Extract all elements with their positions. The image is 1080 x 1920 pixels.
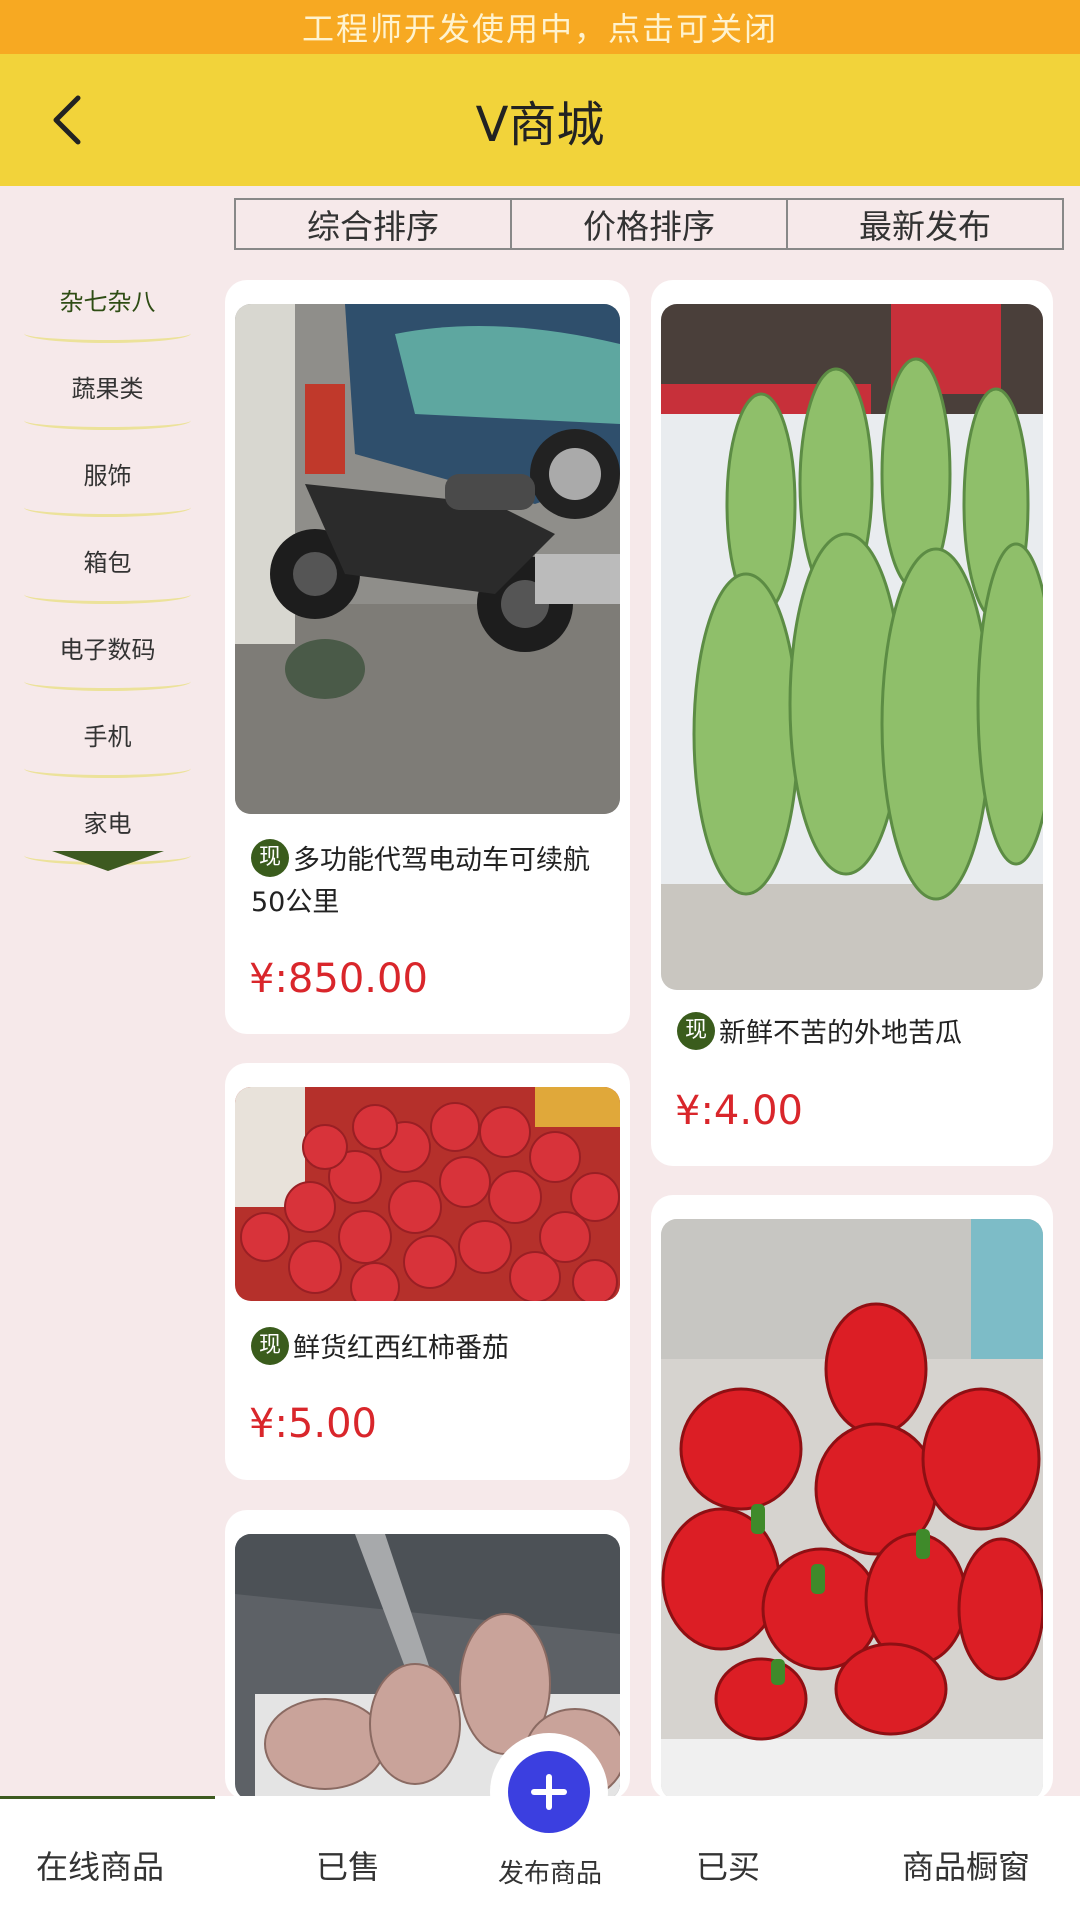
category-item-clothing[interactable]: 服饰 — [0, 430, 215, 517]
category-sidebar: 杂七杂八 蔬果类 服饰 箱包 电子数码 手机 家电 — [0, 256, 215, 865]
page-title: V商城 — [475, 97, 605, 153]
in-stock-badge: 现 — [251, 1326, 289, 1365]
category-item-bags[interactable]: 箱包 — [0, 517, 215, 604]
tab-newest-sort[interactable]: 最新发布 — [788, 200, 1062, 248]
category-item-electronics[interactable]: 电子数码 — [0, 604, 215, 691]
nav-sold[interactable]: 已售 — [316, 1842, 380, 1888]
product-title: 现鲜货红西红柿番茄 — [251, 1326, 610, 1370]
publish-button[interactable] — [508, 1751, 590, 1833]
nav-showcase[interactable]: 商品橱窗 — [902, 1842, 1030, 1888]
product-title: 现新鲜不苦的外地苦瓜 — [677, 1011, 1033, 1055]
nav-active-indicator — [0, 1796, 215, 1799]
dev-notice-text: 工程师开发使用中，点击可关闭 — [301, 10, 778, 48]
product-card[interactable]: 现多功能代驾电动车可续航50公里 ¥:850.00 — [225, 280, 630, 1034]
product-title-text: 新鲜不苦的外地苦瓜 — [719, 1018, 962, 1049]
product-price: ¥:4.00 — [675, 1088, 803, 1134]
in-stock-badge: 现 — [677, 1011, 715, 1050]
product-image-bitter-melon — [661, 304, 1043, 990]
dev-notice-bar[interactable]: 工程师开发使用中，点击可关闭 — [0, 0, 1080, 54]
product-title-text: 多功能代驾电动车可续航50公里 — [251, 845, 590, 918]
publish-label[interactable]: 发布商品 — [490, 1853, 610, 1890]
plus-icon — [531, 1774, 567, 1810]
product-card[interactable] — [651, 1195, 1053, 1800]
product-card[interactable]: 现鲜货红西红柿番茄 ¥:5.00 — [225, 1063, 630, 1480]
tab-comprehensive-sort[interactable]: 综合排序 — [236, 200, 512, 248]
product-title: 现多功能代驾电动车可续航50公里 — [251, 838, 610, 924]
category-more-arrow-icon[interactable] — [52, 851, 164, 871]
sort-tabs: 综合排序 价格排序 最新发布 — [234, 198, 1064, 250]
app-header: V商城 — [0, 54, 1080, 186]
product-price: ¥:850.00 — [249, 956, 428, 1002]
product-card[interactable]: 现新鲜不苦的外地苦瓜 ¥:4.00 — [651, 280, 1053, 1166]
category-item-produce[interactable]: 蔬果类 — [0, 343, 215, 430]
product-image-scooter — [235, 304, 620, 814]
product-price: ¥:5.00 — [249, 1401, 377, 1447]
in-stock-badge: 现 — [251, 838, 289, 877]
tab-price-sort[interactable]: 价格排序 — [512, 200, 788, 248]
back-icon[interactable] — [40, 90, 100, 150]
category-item-misc[interactable]: 杂七杂八 — [0, 256, 215, 343]
nav-online-products[interactable]: 在线商品 — [36, 1842, 164, 1888]
product-title-text: 鲜货红西红柿番茄 — [293, 1333, 509, 1364]
page: 工程师开发使用中，点击可关闭 V商城 综合排序 价格排序 最新发布 杂七杂八 蔬… — [0, 0, 1080, 1920]
category-item-phones[interactable]: 手机 — [0, 691, 215, 778]
publish-button-wrap — [490, 1733, 608, 1851]
product-image-red-peppers — [661, 1219, 1043, 1800]
product-image-tomatoes — [235, 1087, 620, 1301]
nav-bought[interactable]: 已买 — [696, 1842, 760, 1888]
